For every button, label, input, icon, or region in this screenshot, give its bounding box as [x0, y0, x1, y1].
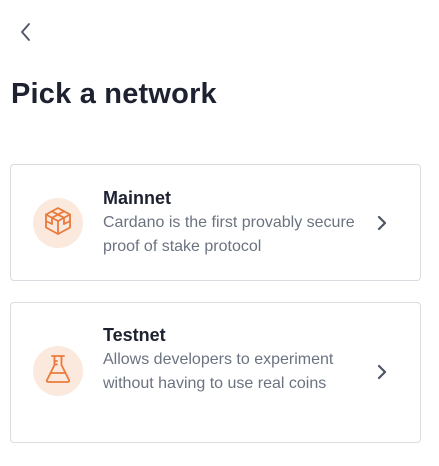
cube-icon [42, 205, 74, 242]
network-description: Allows developers to experiment without … [103, 351, 334, 392]
network-card-mainnet[interactable]: Mainnet Cardano is the first provably se… [10, 164, 421, 281]
page-title: Pick a network [11, 78, 217, 110]
network-icon-badge [33, 346, 83, 396]
chevron-right-icon [374, 364, 390, 380]
chevron-right-icon [374, 215, 390, 231]
flask-icon [43, 353, 73, 390]
network-title: Testnet [103, 325, 166, 345]
network-description: Cardano is the first provably secure pro… [103, 214, 355, 255]
network-card-testnet[interactable]: Testnet Allows developers to experiment … [10, 302, 421, 443]
network-icon-badge [33, 198, 83, 248]
network-title: Mainnet [103, 188, 172, 208]
chevron-left-icon [19, 22, 33, 47]
back-button[interactable] [14, 22, 38, 46]
network-picker-screen: Pick a network Mainnet Cardano is the fi… [0, 0, 439, 466]
